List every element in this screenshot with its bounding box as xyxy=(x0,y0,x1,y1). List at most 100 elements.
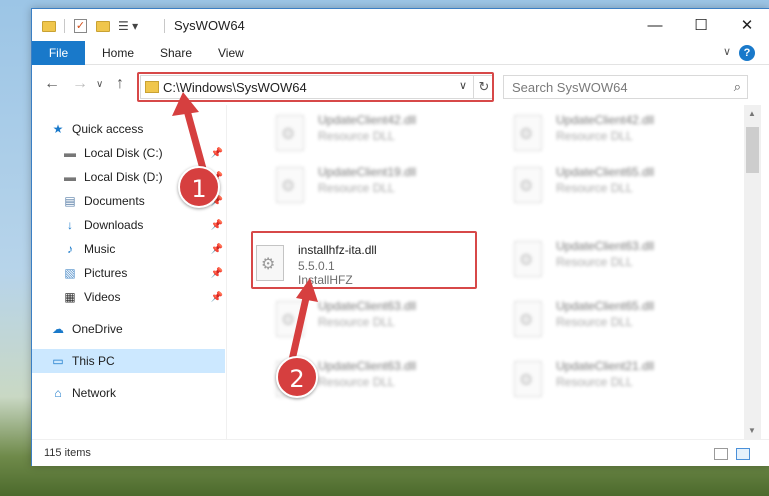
sidebar-item-local-disk-c[interactable]: ▬ Local Disk (C:) 📌 xyxy=(62,141,225,165)
scroll-down-icon[interactable]: ▼ xyxy=(748,426,756,435)
file-description: Resource DLL xyxy=(556,129,633,143)
dll-file-icon xyxy=(514,241,542,277)
sidebar-item-label: Network xyxy=(72,386,117,400)
sidebar-item-label: Music xyxy=(84,242,116,256)
scroll-up-icon[interactable]: ▲ xyxy=(748,109,756,118)
tab-view[interactable]: View xyxy=(218,46,244,60)
pin-icon[interactable]: 📌 xyxy=(211,148,223,159)
navigation-pane: ★ Quick access ▬ Local Disk (C:) 📌 ▬ Loc… xyxy=(32,105,232,439)
search-input[interactable]: Search SysWOW64 ⌕ xyxy=(503,75,748,99)
documents-icon: ▤ xyxy=(64,194,76,208)
search-placeholder: Search SysWOW64 xyxy=(512,80,628,95)
explorer-window: ✓ ☰ ▾ SysWOW64 — ☐ ✕ File Home Share Vie… xyxy=(31,8,769,466)
dll-file-icon xyxy=(514,167,542,203)
customize-toolbar-icon[interactable]: ☰ ▾ xyxy=(118,17,138,35)
pin-icon[interactable]: 📌 xyxy=(211,268,223,279)
collapse-ribbon-icon[interactable]: ∨ xyxy=(723,45,731,58)
window-title: SysWOW64 xyxy=(174,18,245,33)
divider xyxy=(64,19,65,33)
ribbon: File Home Share View ∨ ? xyxy=(32,41,769,65)
file-description: Resource DLL xyxy=(556,315,633,329)
tab-file[interactable]: File xyxy=(32,41,85,65)
sidebar-item-videos[interactable]: ▦ Videos 📌 xyxy=(62,285,225,309)
pin-icon[interactable]: 📌 xyxy=(211,292,223,303)
sidebar-item-music[interactable]: ♪ Music 📌 xyxy=(62,237,225,261)
file-name: UpdateClient19.dll xyxy=(318,165,417,179)
list-item[interactable]: UpdateClient65.dll Resource DLL xyxy=(490,295,720,343)
dll-file-icon xyxy=(276,301,304,337)
network-icon: ⌂ xyxy=(54,386,62,400)
drive-icon: ▬ xyxy=(64,170,76,184)
drive-icon: ▬ xyxy=(64,146,76,160)
tab-home[interactable]: Home xyxy=(102,46,134,60)
videos-icon: ▦ xyxy=(64,290,76,304)
sidebar-item-downloads[interactable]: ↓ Downloads 📌 xyxy=(62,213,225,237)
callout-1: 1 xyxy=(178,166,220,208)
sidebar-item-label: Pictures xyxy=(84,266,128,280)
list-item[interactable]: UpdateClient42.dll Resource DLL xyxy=(490,109,720,157)
sidebar-item-label: Documents xyxy=(84,194,145,208)
sidebar-item-label: Local Disk (C:) xyxy=(84,146,163,160)
help-icon[interactable]: ? xyxy=(739,45,755,61)
sidebar-item-pictures[interactable]: ▧ Pictures 📌 xyxy=(62,261,225,285)
download-icon: ↓ xyxy=(67,218,73,232)
maximize-button[interactable]: ☐ xyxy=(678,9,724,41)
file-description: Resource DLL xyxy=(318,129,395,143)
file-name: UpdateClient63.dll xyxy=(556,239,655,253)
list-item[interactable]: UpdateClient65.dll Resource DLL xyxy=(490,161,720,209)
sidebar-item-label: Local Disk (D:) xyxy=(84,170,163,184)
pin-icon[interactable]: 📌 xyxy=(211,244,223,255)
properties-icon[interactable]: ✓ xyxy=(74,17,87,35)
scrollbar-thumb[interactable] xyxy=(746,127,759,173)
file-highlight-box xyxy=(251,231,477,289)
vertical-scrollbar[interactable]: ▲ ▼ xyxy=(744,105,761,439)
folder-icon xyxy=(42,17,56,35)
new-folder-icon[interactable] xyxy=(96,17,110,35)
back-button[interactable]: ← xyxy=(44,75,60,93)
file-name: UpdateClient42.dll xyxy=(556,113,655,127)
minimize-button[interactable]: — xyxy=(632,9,678,41)
file-name: UpdateClient63.dll xyxy=(318,299,417,313)
tab-share[interactable]: Share xyxy=(160,46,192,60)
status-bar: 115 items xyxy=(32,439,769,466)
list-item[interactable]: UpdateClient63.dll Resource DLL xyxy=(490,235,720,283)
sidebar-item-onedrive[interactable]: ☁ OneDrive xyxy=(50,317,243,341)
large-icons-view-icon[interactable] xyxy=(736,448,750,460)
file-description: Resource DLL xyxy=(556,255,633,269)
file-name: UpdateClient42.dll xyxy=(318,113,417,127)
file-description: Resource DLL xyxy=(556,181,633,195)
list-item[interactable]: UpdateClient42.dll Resource DLL xyxy=(252,109,482,157)
up-button[interactable]: ↑ xyxy=(116,75,124,93)
address-highlight-box xyxy=(137,72,494,102)
file-name: UpdateClient65.dll xyxy=(556,299,655,313)
callout-2: 2 xyxy=(276,356,318,398)
details-view-icon[interactable] xyxy=(714,448,728,460)
sidebar-item-label: Videos xyxy=(84,290,121,304)
sidebar-item-label: Downloads xyxy=(84,218,144,232)
sidebar-item-quick-access[interactable]: ★ Quick access xyxy=(50,117,243,141)
divider xyxy=(164,19,165,33)
music-icon: ♪ xyxy=(67,242,73,256)
recent-locations-button[interactable]: ∨ xyxy=(96,79,103,90)
list-item[interactable]: UpdateClient19.dll Resource DLL xyxy=(252,161,482,209)
dll-file-icon xyxy=(276,115,304,151)
computer-icon: ▭ xyxy=(52,354,64,368)
sidebar-item-this-pc[interactable]: ▭ This PC xyxy=(32,349,225,373)
pin-icon[interactable]: 📌 xyxy=(211,220,223,231)
list-item[interactable]: UpdateClient63.dll Resource DLL xyxy=(252,295,482,343)
dll-file-icon xyxy=(514,115,542,151)
file-name: UpdateClient65.dll xyxy=(556,165,655,179)
file-description: Resource DLL xyxy=(318,181,395,195)
forward-button[interactable]: → xyxy=(72,75,88,93)
cloud-icon: ☁ xyxy=(52,322,64,336)
dll-file-icon xyxy=(276,167,304,203)
close-button[interactable]: ✕ xyxy=(724,9,769,41)
divider xyxy=(226,105,227,439)
sidebar-item-label: This PC xyxy=(72,354,115,368)
list-item[interactable]: UpdateClient21.dll Resource DLL xyxy=(490,355,720,403)
sidebar-item-label: Quick access xyxy=(72,122,144,136)
file-name: UpdateClient63.dll xyxy=(318,359,417,373)
sidebar-item-label: OneDrive xyxy=(72,322,123,336)
sidebar-item-network[interactable]: ⌂ Network xyxy=(50,381,243,405)
star-icon: ★ xyxy=(52,122,64,136)
